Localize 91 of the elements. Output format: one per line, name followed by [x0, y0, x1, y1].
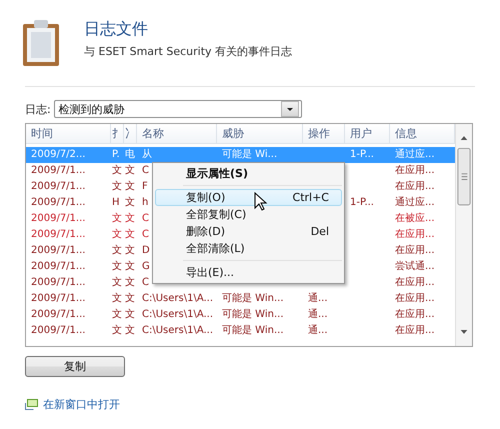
table-cell: 文: [125, 277, 135, 288]
table-cell: 在应用...: [395, 277, 435, 288]
table-cell: 2009/7/1...: [31, 309, 86, 320]
table-cell: 文: [125, 197, 135, 208]
table-cell: 通...: [308, 325, 328, 336]
table-cell: C: [142, 229, 149, 240]
table-cell: P.: [112, 149, 120, 160]
table-cell: C: [142, 277, 149, 288]
mouse-pointer-icon: [254, 192, 268, 212]
window-icon: [25, 399, 38, 410]
table-cell: 文: [125, 293, 135, 304]
table-cell: 尝试通...: [395, 261, 435, 272]
table-cell: 通...: [308, 309, 328, 320]
table-cell: 在应用...: [395, 181, 435, 192]
table-cell: 文: [125, 229, 135, 240]
scrollbar[interactable]: [455, 124, 472, 346]
table-cell: 文: [112, 165, 122, 176]
table-cell: H: [112, 197, 120, 208]
menu-item[interactable]: 导出(E)...: [155, 264, 342, 281]
copy-button[interactable]: 复制: [25, 356, 125, 377]
menu-item[interactable]: 显示属性(S): [155, 165, 342, 182]
table-cell: 文: [112, 245, 122, 256]
column-header[interactable]: 扌: [111, 124, 124, 143]
table-cell: 文: [112, 261, 122, 272]
table-cell: 2009/7/1...: [31, 165, 86, 176]
table-cell: 文: [125, 325, 135, 336]
table-cell: 文: [112, 181, 122, 192]
column-header[interactable]: 名称: [137, 124, 217, 143]
table-cell: 1-P...: [350, 197, 374, 208]
table-cell: 1-P...: [350, 149, 374, 160]
table-cell: 在应用...: [395, 293, 435, 304]
page-subtitle: 与 ESET Smart Security 有关的事件日志: [84, 44, 292, 59]
log-dropdown[interactable]: 检测到的威胁: [54, 100, 302, 118]
table-cell: F: [142, 181, 148, 192]
table-cell: 文: [112, 293, 122, 304]
table-cell: 2009/7/1...: [31, 293, 86, 304]
table-cell: 2009/7/1...: [31, 181, 86, 192]
table-cell: D: [142, 245, 150, 256]
menu-item[interactable]: 复制(O) Ctrl+C: [155, 189, 342, 206]
table-cell: 在应用...: [395, 245, 435, 256]
table-cell: 文: [125, 181, 135, 192]
table-cell: 文: [112, 213, 122, 224]
table-cell: 在被应...: [395, 213, 435, 224]
table-cell: 可能是 Win...: [222, 309, 284, 320]
table-cell: 文: [125, 165, 135, 176]
table-cell: 可能是 Wi...: [222, 149, 278, 160]
table-cell: h: [142, 197, 148, 208]
table-cell: 2009/7/2...: [31, 149, 86, 160]
table-cell: 文: [125, 309, 135, 320]
table-cell: 2009/7/1...: [31, 229, 86, 240]
column-header[interactable]: 用户: [345, 124, 390, 143]
table-cell: 文: [112, 229, 122, 240]
menu-item[interactable]: 全部复制(C): [155, 206, 342, 223]
table-cell: 文: [112, 277, 122, 288]
table-cell: 2009/7/1...: [31, 277, 86, 288]
column-header[interactable]: 时间: [26, 124, 111, 143]
table-cell: C: [142, 213, 149, 224]
log-label: 日志:: [25, 102, 51, 116]
table-cell: 文: [125, 261, 135, 272]
table-cell: 2009/7/1...: [31, 213, 86, 224]
table-cell: 在应用...: [395, 165, 435, 176]
table-cell: 通过应...: [395, 149, 435, 160]
table-cell: 在应用...: [395, 229, 435, 240]
menu-item[interactable]: 全部清除(L): [155, 240, 342, 257]
column-header[interactable]: 威胁: [217, 124, 303, 143]
table-cell: C:\Users\1\A...: [142, 309, 214, 320]
table-cell: 在应用...: [395, 325, 435, 336]
table-cell: 文: [125, 245, 135, 256]
table-cell: C: [142, 165, 149, 176]
table-cell: 可能是 Win...: [222, 325, 284, 336]
table-cell: 文: [112, 309, 122, 320]
table-cell: 从: [142, 149, 152, 160]
table-cell: 文: [112, 325, 122, 336]
table-cell: 文: [125, 213, 135, 224]
table-cell: 通过应...: [395, 197, 435, 208]
table-cell: 可能是 Win...: [222, 293, 284, 304]
table-cell: 2009/7/1...: [31, 325, 86, 336]
table-cell: 2009/7/1...: [31, 245, 86, 256]
column-header[interactable]: 冫: [124, 124, 137, 143]
open-in-new-window-link[interactable]: 在新窗口中打开: [43, 397, 120, 412]
page-title: 日志文件: [84, 19, 149, 40]
table-cell: 2009/7/1...: [31, 197, 86, 208]
table-cell: 通...: [308, 293, 328, 304]
table-cell: 电: [125, 149, 135, 160]
table-cell: C:\Users\1\A...: [142, 325, 214, 336]
column-header[interactable]: 操作: [303, 124, 345, 143]
menu-item[interactable]: 删除(D) Del: [155, 223, 342, 240]
table-cell: G: [142, 261, 150, 272]
table-cell: C:\Users\1\A...: [142, 293, 214, 304]
table-cell: 2009/7/1...: [31, 261, 86, 272]
table-cell: 在应用...: [395, 309, 435, 320]
